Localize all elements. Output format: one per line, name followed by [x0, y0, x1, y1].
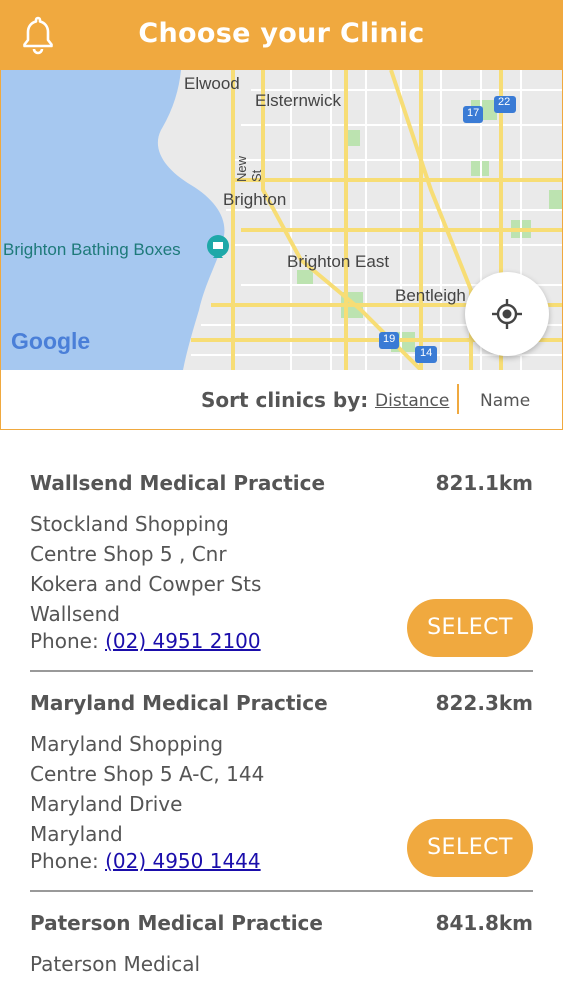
clinic-address: Paterson Medical: [30, 952, 201, 976]
map-label-bentleigh: Bentleigh: [395, 286, 466, 305]
clinic-card: Wallsend Medical Practice 821.1km Stockl…: [30, 471, 533, 661]
app-header: Choose your Clinic: [0, 0, 563, 70]
map-label-elwood: Elwood: [184, 74, 240, 93]
map-label-new-st: New St: [234, 155, 264, 182]
route-shield-17: 17: [467, 107, 480, 119]
clinic-distance: 822.3km: [435, 691, 533, 715]
clinic-card: Paterson Medical Practice 841.8km Paters…: [30, 911, 533, 1000]
clinic-distance: 841.8km: [435, 911, 533, 935]
clinic-address: Stockland Shopping Centre Shop 5 , Cnr K…: [30, 512, 262, 626]
clinic-distance: 821.1km: [435, 471, 533, 495]
map-label-elsternwick: Elsternwick: [255, 91, 341, 110]
phone-link[interactable]: (02) 4951 2100: [105, 629, 261, 653]
clinic-card: Maryland Medical Practice 822.3km Maryla…: [30, 691, 533, 881]
clinic-name: Paterson Medical Practice: [30, 911, 323, 935]
google-logo: Google: [11, 328, 91, 354]
sort-option-name[interactable]: Name: [480, 391, 530, 411]
map-view[interactable]: Elwood Elsternwick New St Brighton Brigh…: [1, 70, 562, 370]
clinic-name: Wallsend Medical Practice: [30, 471, 326, 495]
sort-option-distance[interactable]: Distance: [375, 391, 449, 411]
map-label-brighton-east: Brighton East: [287, 252, 390, 271]
sort-bar: Sort clinics by: Distance Name: [1, 370, 562, 429]
map-label-brighton: Brighton: [223, 190, 287, 209]
clinic-address: Maryland Shopping Centre Shop 5 A-C, 144…: [30, 732, 265, 846]
sort-divider: [457, 384, 459, 414]
phone-label: Phone:: [30, 849, 99, 873]
map-panel: Elwood Elsternwick New St Brighton Brigh…: [0, 70, 563, 430]
phone-label: Phone:: [30, 629, 99, 653]
clinic-phone: Phone: (02) 4951 2100: [30, 629, 261, 653]
clinic-phone: Phone: (02) 4950 1444: [30, 849, 261, 873]
divider: [30, 670, 533, 672]
sort-label: Sort clinics by:: [201, 388, 369, 412]
select-button[interactable]: SELECT: [407, 599, 533, 657]
divider: [30, 890, 533, 892]
clinic-name: Maryland Medical Practice: [30, 691, 328, 715]
map-label-bathing-boxes: Brighton Bathing Boxes: [3, 240, 181, 259]
route-shield-14: 14: [420, 347, 433, 359]
route-shield-22: 22: [498, 96, 511, 108]
select-button[interactable]: SELECT: [407, 819, 533, 877]
phone-link[interactable]: (02) 4950 1444: [105, 849, 261, 873]
crosshair-icon: [492, 299, 522, 329]
route-shield-19: 19: [383, 333, 396, 345]
my-location-button[interactable]: [465, 272, 549, 356]
page-title: Choose your Clinic: [138, 18, 425, 49]
